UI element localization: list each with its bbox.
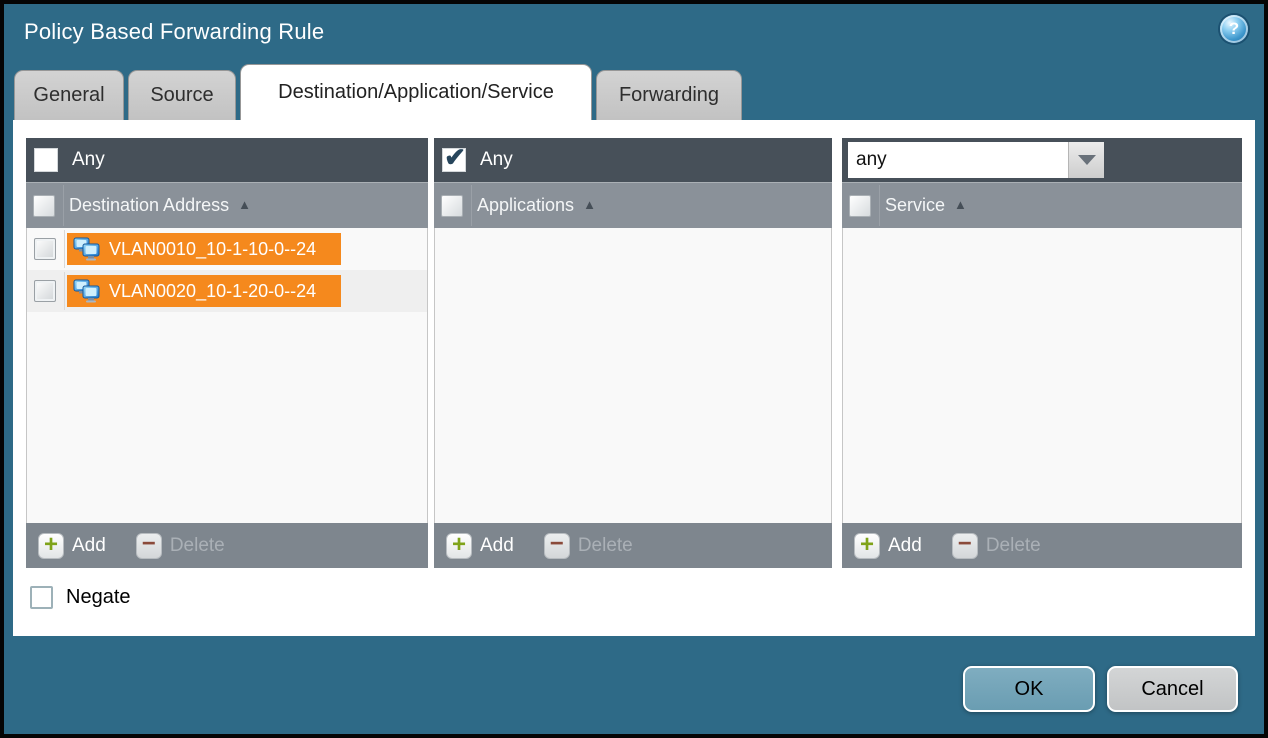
delete-button[interactable]: Delete — [986, 535, 1041, 557]
column-divider — [63, 185, 64, 226]
column-divider — [879, 185, 880, 226]
sort-asc-icon[interactable]: ▲ — [954, 197, 967, 212]
column-divider — [64, 230, 65, 268]
service-dropdown-value[interactable]: any — [848, 142, 1068, 178]
applications-list — [434, 228, 832, 523]
destination-footer: + Add − Delete — [26, 523, 428, 568]
delete-icon[interactable]: − — [544, 533, 570, 559]
negate-checkbox[interactable] — [30, 586, 53, 609]
column-divider — [64, 272, 65, 310]
add-icon[interactable]: + — [38, 533, 64, 559]
sort-asc-icon[interactable]: ▲ — [238, 197, 251, 212]
ok-button[interactable]: OK — [963, 666, 1095, 712]
destination-select-all-checkbox[interactable] — [33, 195, 55, 217]
delete-button[interactable]: Delete — [170, 535, 225, 557]
applications-select-all-checkbox[interactable] — [441, 195, 463, 217]
destination-any-checkbox[interactable] — [34, 148, 58, 172]
row-checkbox[interactable] — [34, 238, 56, 260]
service-dropdown-bar: any — [842, 138, 1242, 182]
tab-destination-application-service[interactable]: Destination/Application/Service — [240, 64, 592, 120]
tab-forwarding[interactable]: Forwarding — [596, 70, 742, 120]
delete-icon[interactable]: − — [952, 533, 978, 559]
dialog-title: Policy Based Forwarding Rule — [24, 19, 324, 45]
address-object[interactable]: VLAN0020_10-1-20-0--24 — [67, 275, 341, 307]
address-object-label: VLAN0010_10-1-10-0--24 — [109, 239, 316, 260]
destination-column-label[interactable]: Destination Address — [69, 195, 229, 216]
add-icon[interactable]: + — [854, 533, 880, 559]
tab-bar: General Source Destination/Application/S… — [14, 64, 742, 120]
service-list — [842, 228, 1242, 523]
tab-content: Any Destination Address ▲ — [13, 120, 1255, 636]
negate-label: Negate — [66, 586, 131, 609]
help-icon-glyph: ? — [1229, 19, 1239, 39]
cancel-button[interactable]: Cancel — [1107, 666, 1238, 712]
add-button[interactable]: Add — [888, 535, 922, 557]
service-column-header: Service ▲ — [842, 182, 1242, 228]
applications-any-checkbox[interactable]: ✔ — [442, 148, 466, 172]
applications-column-label[interactable]: Applications — [477, 195, 574, 216]
applications-any-label: Any — [480, 149, 513, 171]
delete-button[interactable]: Delete — [578, 535, 633, 557]
negate-row: Negate — [30, 586, 131, 609]
service-select-all-checkbox[interactable] — [849, 195, 871, 217]
list-item[interactable]: VLAN0010_10-1-10-0--24 — [27, 228, 427, 270]
address-object-label: VLAN0020_10-1-20-0--24 — [109, 281, 316, 302]
applications-panel: ✔ Any Applications ▲ + Add − Delete — [434, 138, 832, 568]
destination-any-label: Any — [72, 149, 105, 171]
destination-any-bar: Any — [26, 138, 428, 182]
add-icon[interactable]: + — [446, 533, 472, 559]
dropdown-arrow-icon — [1078, 155, 1096, 165]
delete-icon[interactable]: − — [136, 533, 162, 559]
service-panel: any Service ▲ + Add − — [842, 138, 1242, 568]
tab-source[interactable]: Source — [128, 70, 236, 120]
tab-general[interactable]: General — [14, 70, 124, 120]
service-footer: + Add − Delete — [842, 523, 1242, 568]
row-checkbox[interactable] — [34, 280, 56, 302]
add-button[interactable]: Add — [480, 535, 514, 557]
help-icon[interactable]: ? — [1220, 15, 1248, 43]
applications-column-header: Applications ▲ — [434, 182, 832, 228]
policy-forwarding-dialog: Policy Based Forwarding Rule ? General S… — [0, 0, 1268, 738]
column-divider — [471, 185, 472, 226]
network-address-icon — [73, 279, 101, 303]
destination-list: VLAN0010_10-1-10-0--24 — [26, 228, 428, 523]
service-dropdown[interactable]: any — [848, 142, 1104, 178]
add-button[interactable]: Add — [72, 535, 106, 557]
list-item[interactable]: VLAN0020_10-1-20-0--24 — [27, 270, 427, 312]
applications-footer: + Add − Delete — [434, 523, 832, 568]
destination-column-header: Destination Address ▲ — [26, 182, 428, 228]
address-object[interactable]: VLAN0010_10-1-10-0--24 — [67, 233, 341, 265]
service-column-label[interactable]: Service — [885, 195, 945, 216]
sort-asc-icon[interactable]: ▲ — [583, 197, 596, 212]
network-address-icon — [73, 237, 101, 261]
destination-address-panel: Any Destination Address ▲ — [26, 138, 428, 568]
applications-any-bar: ✔ Any — [434, 138, 832, 182]
service-dropdown-button[interactable] — [1068, 142, 1104, 178]
